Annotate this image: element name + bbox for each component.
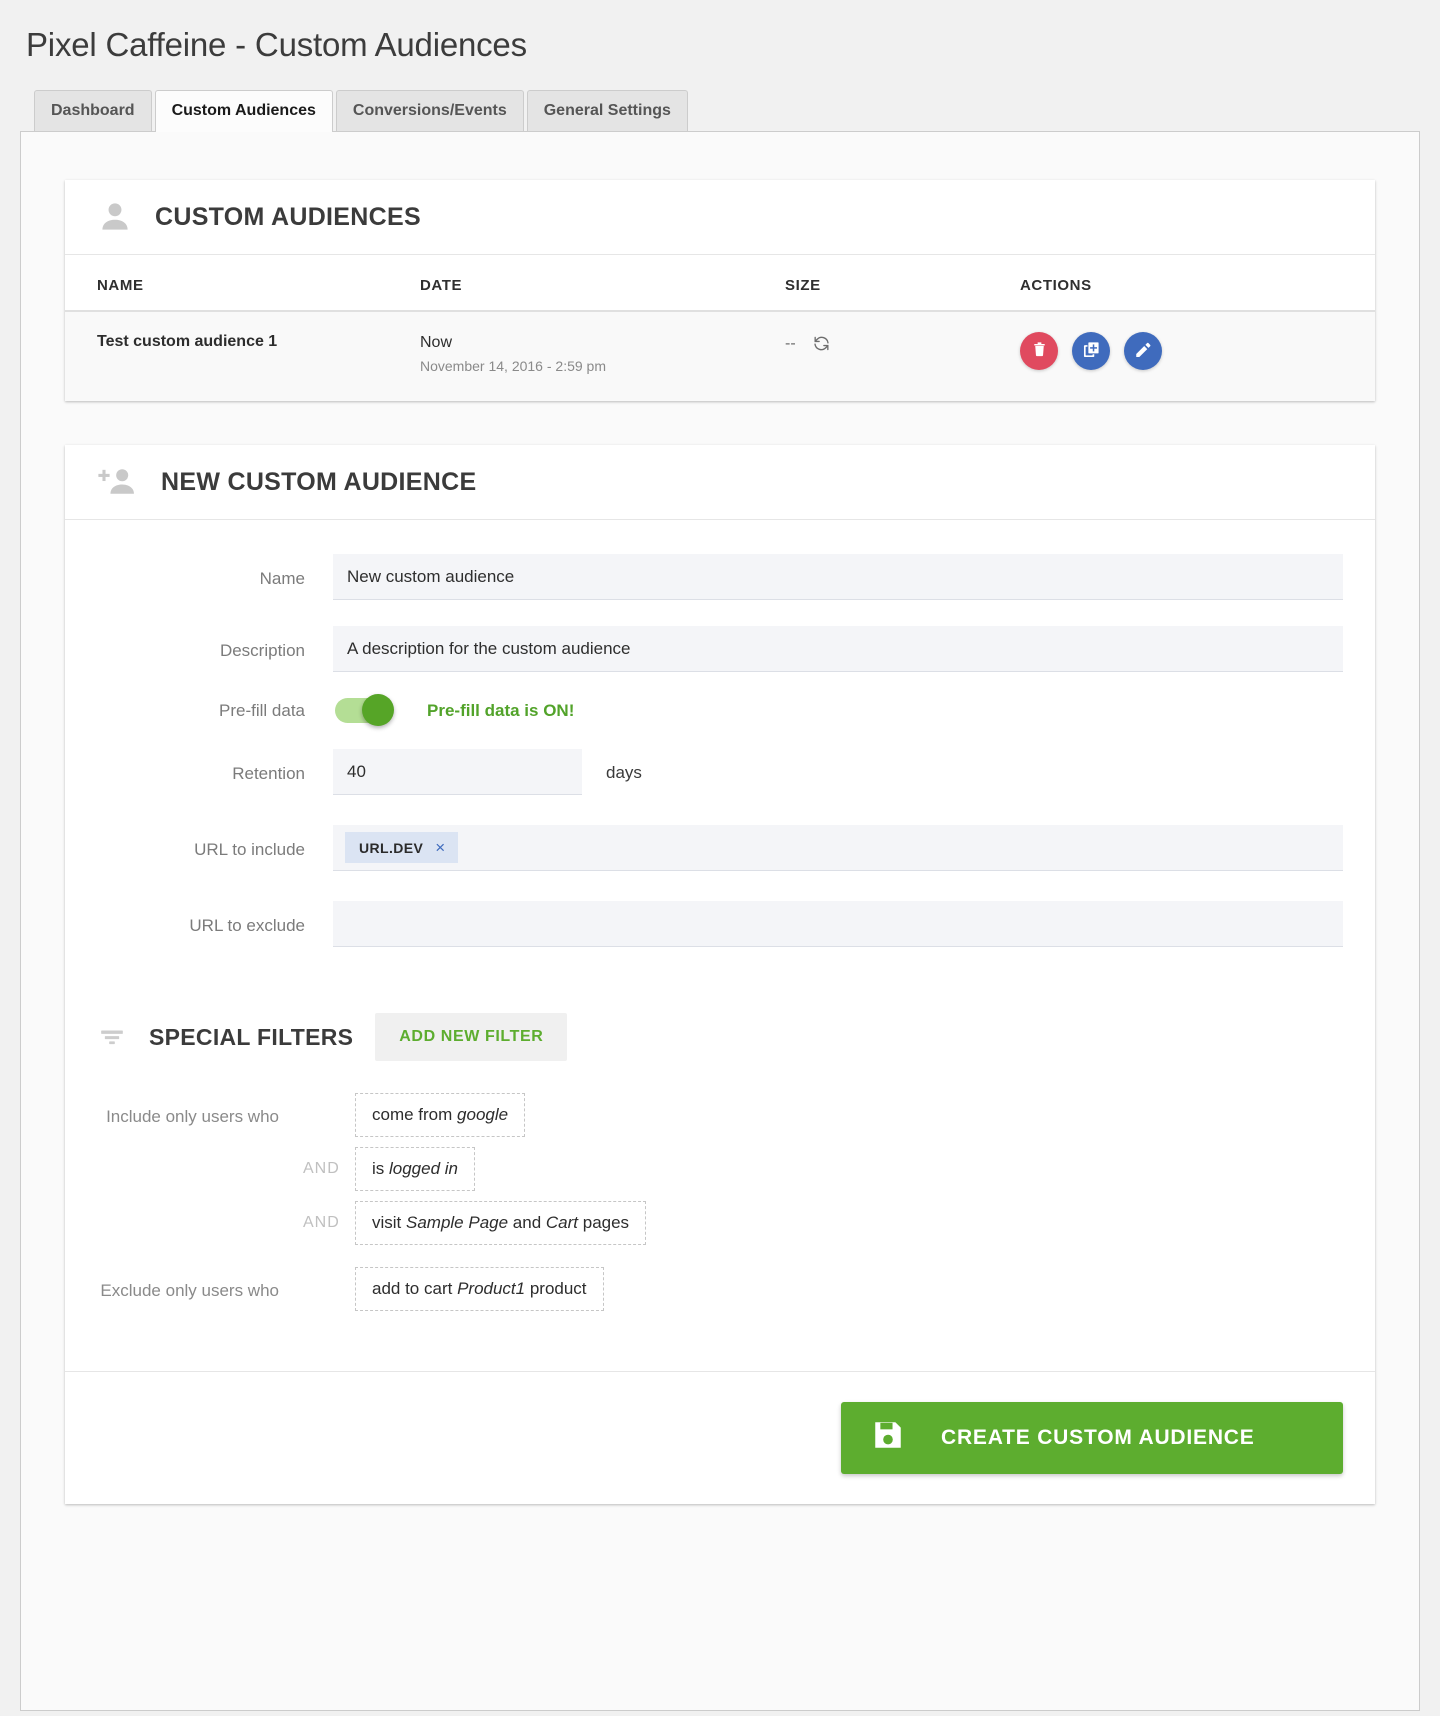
field-row-description: Description [97, 626, 1343, 672]
exclude-filters-block: Exclude only users who add to cart Produ… [97, 1267, 1343, 1321]
special-filters-section: Special Filters ADD NEW FILTER Include o… [65, 957, 1375, 1371]
filter-chip[interactable]: is logged in [355, 1147, 475, 1191]
copy-plus-icon [1082, 340, 1101, 362]
column-header-date: DATE [420, 255, 785, 311]
include-filters-block: Include only users who come from google … [97, 1093, 1343, 1255]
field-row-url-exclude: URL to exclude [97, 901, 1343, 947]
new-audience-card-footer: CREATE CUSTOM AUDIENCE [65, 1371, 1375, 1504]
remove-tag-icon[interactable]: × [435, 839, 445, 856]
description-input[interactable] [333, 626, 1343, 672]
url-exclude-label: URL to exclude [97, 901, 333, 937]
column-header-actions: ACTIONS [1020, 255, 1375, 311]
url-include-label: URL to include [97, 825, 333, 861]
url-tag-label: URL.DEV [359, 840, 423, 856]
edit-audience-button[interactable] [1124, 332, 1162, 370]
name-label: Name [97, 554, 333, 590]
filter-line: AND is logged in [301, 1147, 1343, 1191]
filter-line: add to cart Product1 product [301, 1267, 1343, 1311]
tab-general-settings[interactable]: General Settings [527, 90, 688, 131]
description-label: Description [97, 626, 333, 662]
trash-icon [1031, 341, 1048, 361]
tab-conversions-events[interactable]: Conversions/Events [336, 90, 524, 131]
url-include-field[interactable]: URL.DEV × [333, 825, 1343, 871]
tab-dashboard[interactable]: Dashboard [34, 90, 152, 131]
new-custom-audience-title: New Custom Audience [161, 468, 476, 497]
refresh-icon[interactable] [812, 334, 831, 353]
column-header-size: SIZE [785, 255, 1020, 311]
include-filters-label: Include only users who [97, 1093, 301, 1255]
toggle-knob [362, 694, 394, 726]
audience-date-cell: Now November 14, 2016 - 2:59 pm [420, 311, 785, 401]
new-audience-form: Name Description Pre-fill data Pre-fill … [65, 520, 1375, 957]
custom-audiences-title: Custom Audiences [155, 203, 421, 232]
custom-audiences-card: Custom Audiences NAME DATE SIZE ACTIONS … [65, 180, 1375, 401]
url-exclude-input[interactable] [333, 901, 1343, 947]
field-row-prefill: Pre-fill data Pre-fill data is ON! [97, 698, 1343, 723]
save-icon [871, 1418, 905, 1458]
field-row-name: Name [97, 554, 1343, 600]
page-title: Pixel Caffeine - Custom Audiences [0, 0, 1440, 64]
tab-bar: Dashboard Custom Audiences Conversions/E… [34, 90, 1440, 131]
plugin-panel: Custom Audiences NAME DATE SIZE ACTIONS … [20, 131, 1420, 1711]
duplicate-audience-button[interactable] [1072, 332, 1110, 370]
person-add-icon [97, 464, 139, 500]
special-filters-header: Special Filters ADD NEW FILTER [97, 1013, 1343, 1061]
filter-icon [97, 1024, 127, 1050]
filter-chip[interactable]: come from google [355, 1093, 525, 1137]
url-tag: URL.DEV × [345, 832, 458, 863]
filter-line: AND visit Sample Page and Cart pages [301, 1201, 1343, 1245]
prefill-state-text: Pre-fill data is ON! [427, 701, 574, 721]
create-custom-audience-button[interactable]: CREATE CUSTOM AUDIENCE [841, 1402, 1343, 1474]
prefill-toggle[interactable] [335, 698, 393, 723]
filter-chip[interactable]: add to cart Product1 product [355, 1267, 604, 1311]
special-filters-title: Special Filters [149, 1024, 353, 1051]
field-row-url-include: URL to include URL.DEV × [97, 825, 1343, 871]
audience-date-absolute: November 14, 2016 - 2:59 pm [420, 355, 785, 377]
table-header-row: NAME DATE SIZE ACTIONS [65, 255, 1375, 311]
person-icon [97, 199, 133, 235]
retention-input[interactable] [333, 749, 582, 795]
field-row-retention: Retention days [97, 749, 1343, 795]
new-custom-audience-card: New Custom Audience Name Description Pre… [65, 445, 1375, 1504]
custom-audiences-card-header: Custom Audiences [65, 180, 1375, 255]
filter-operator: AND [301, 1160, 355, 1178]
new-custom-audience-card-header: New Custom Audience [65, 445, 1375, 520]
audience-name: Test custom audience 1 [97, 332, 420, 352]
tab-custom-audiences[interactable]: Custom Audiences [155, 90, 333, 131]
table-row: Test custom audience 1 Now November 14, … [65, 311, 1375, 401]
retention-unit: days [582, 749, 642, 783]
audience-date-relative: Now [420, 332, 785, 354]
filter-chip[interactable]: visit Sample Page and Cart pages [355, 1201, 646, 1245]
delete-audience-button[interactable] [1020, 332, 1058, 370]
filter-line: come from google [301, 1093, 1343, 1137]
audience-actions-cell [1020, 311, 1375, 401]
add-new-filter-button[interactable]: ADD NEW FILTER [375, 1013, 567, 1061]
name-input[interactable] [333, 554, 1343, 600]
audience-size-cell: -- [785, 311, 1020, 401]
audience-size-value: -- [785, 335, 796, 353]
prefill-label: Pre-fill data [97, 700, 333, 722]
column-header-name: NAME [65, 255, 420, 311]
create-custom-audience-label: CREATE CUSTOM AUDIENCE [941, 1426, 1255, 1450]
exclude-filters-label: Exclude only users who [97, 1267, 301, 1321]
filter-operator: AND [301, 1214, 355, 1232]
retention-label: Retention [97, 749, 333, 785]
audience-name-cell: Test custom audience 1 [65, 311, 420, 401]
custom-audiences-table: NAME DATE SIZE ACTIONS Test custom audie… [65, 255, 1375, 401]
pencil-icon [1134, 341, 1152, 362]
